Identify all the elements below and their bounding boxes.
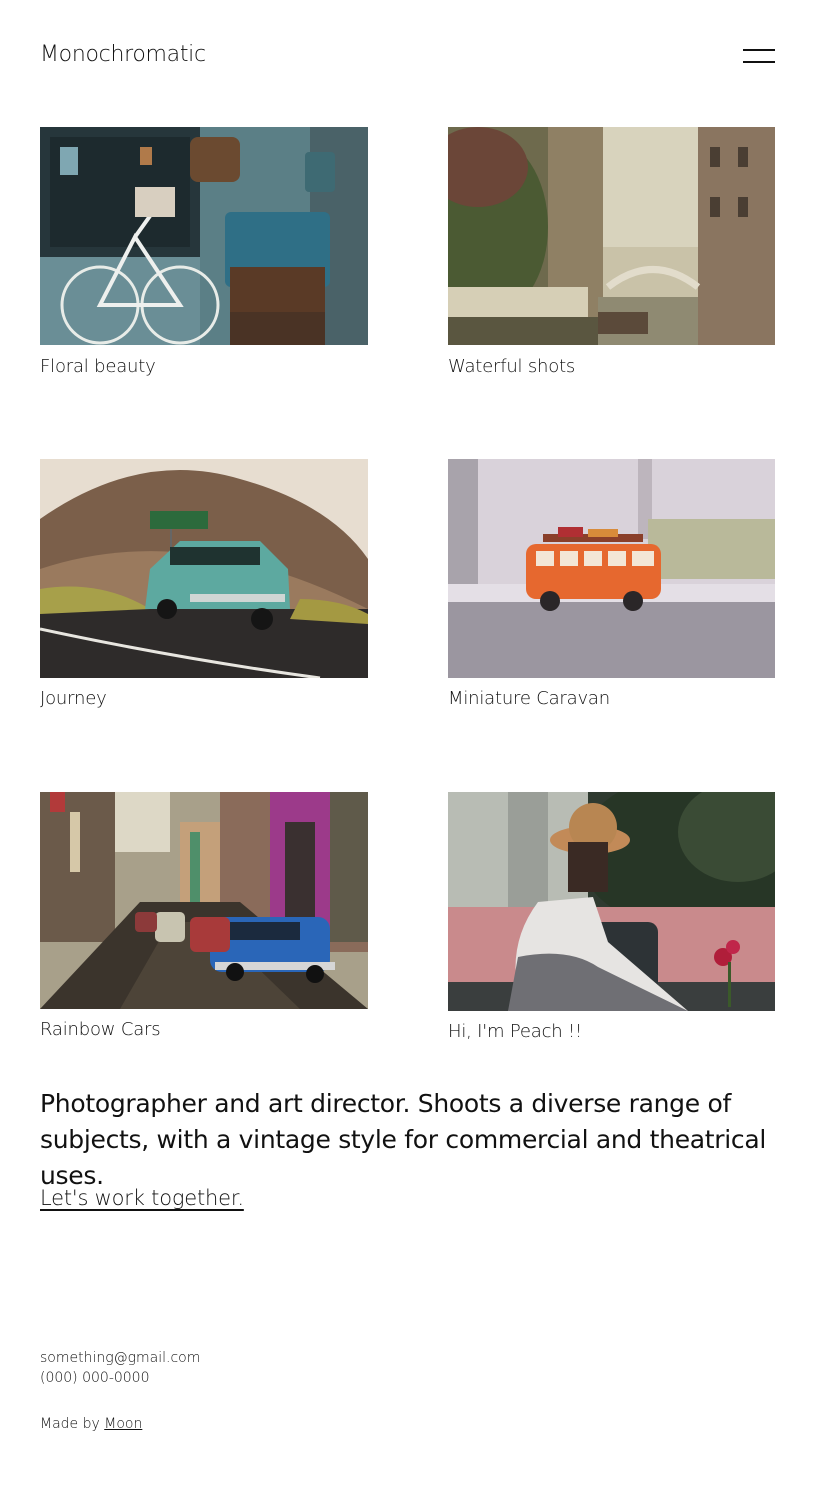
photo-woman-in-hat[interactable]: [448, 792, 776, 1011]
gallery-caption[interactable]: Rainbow Cars: [40, 1019, 161, 1040]
gallery-card-hi-im-peach[interactable]: Hi, I'm Peach !!: [448, 792, 776, 1042]
photo-havana-street[interactable]: [40, 792, 368, 1009]
menu-bar-top: [743, 49, 775, 51]
hamburger-menu-icon[interactable]: [743, 48, 775, 64]
gallery-card-rainbow-cars[interactable]: Rainbow Cars: [40, 792, 368, 1040]
gallery-card-miniature-caravan[interactable]: Miniature Caravan: [448, 459, 776, 709]
footer-credits: Made by Moon: [40, 1416, 142, 1432]
gallery-card-waterful-shots[interactable]: Waterful shots: [448, 127, 776, 377]
gallery-caption[interactable]: Floral beauty: [40, 356, 156, 377]
menu-bar-bottom: [743, 61, 775, 63]
gallery-caption[interactable]: Waterful shots: [448, 356, 575, 377]
bio-statement: Photographer and art director. Shoots a …: [40, 1089, 767, 1190]
gallery-caption[interactable]: Miniature Caravan: [448, 688, 610, 709]
photo-venice-canal[interactable]: [448, 127, 776, 345]
site-title[interactable]: Monochromatic: [40, 42, 206, 67]
photo-bicycle-shop[interactable]: [40, 127, 368, 345]
photo-toy-van[interactable]: [448, 459, 776, 678]
gallery-card-floral-beauty[interactable]: Floral beauty: [40, 127, 368, 377]
work-together-link[interactable]: Let's work together.: [40, 1186, 244, 1210]
author-link[interactable]: Moon: [104, 1416, 142, 1432]
gallery-card-journey[interactable]: Journey: [40, 459, 368, 709]
photo-vintage-car-road[interactable]: [40, 459, 368, 678]
contact-info: something@gmail.com (000) 000-0000: [40, 1348, 200, 1388]
contact-phone[interactable]: (000) 000-0000: [40, 1368, 200, 1388]
gallery-caption[interactable]: Hi, I'm Peach !!: [448, 1021, 582, 1042]
gallery-caption[interactable]: Journey: [40, 688, 107, 709]
contact-email[interactable]: something@gmail.com: [40, 1348, 200, 1368]
made-by-label: Made by: [40, 1416, 100, 1432]
